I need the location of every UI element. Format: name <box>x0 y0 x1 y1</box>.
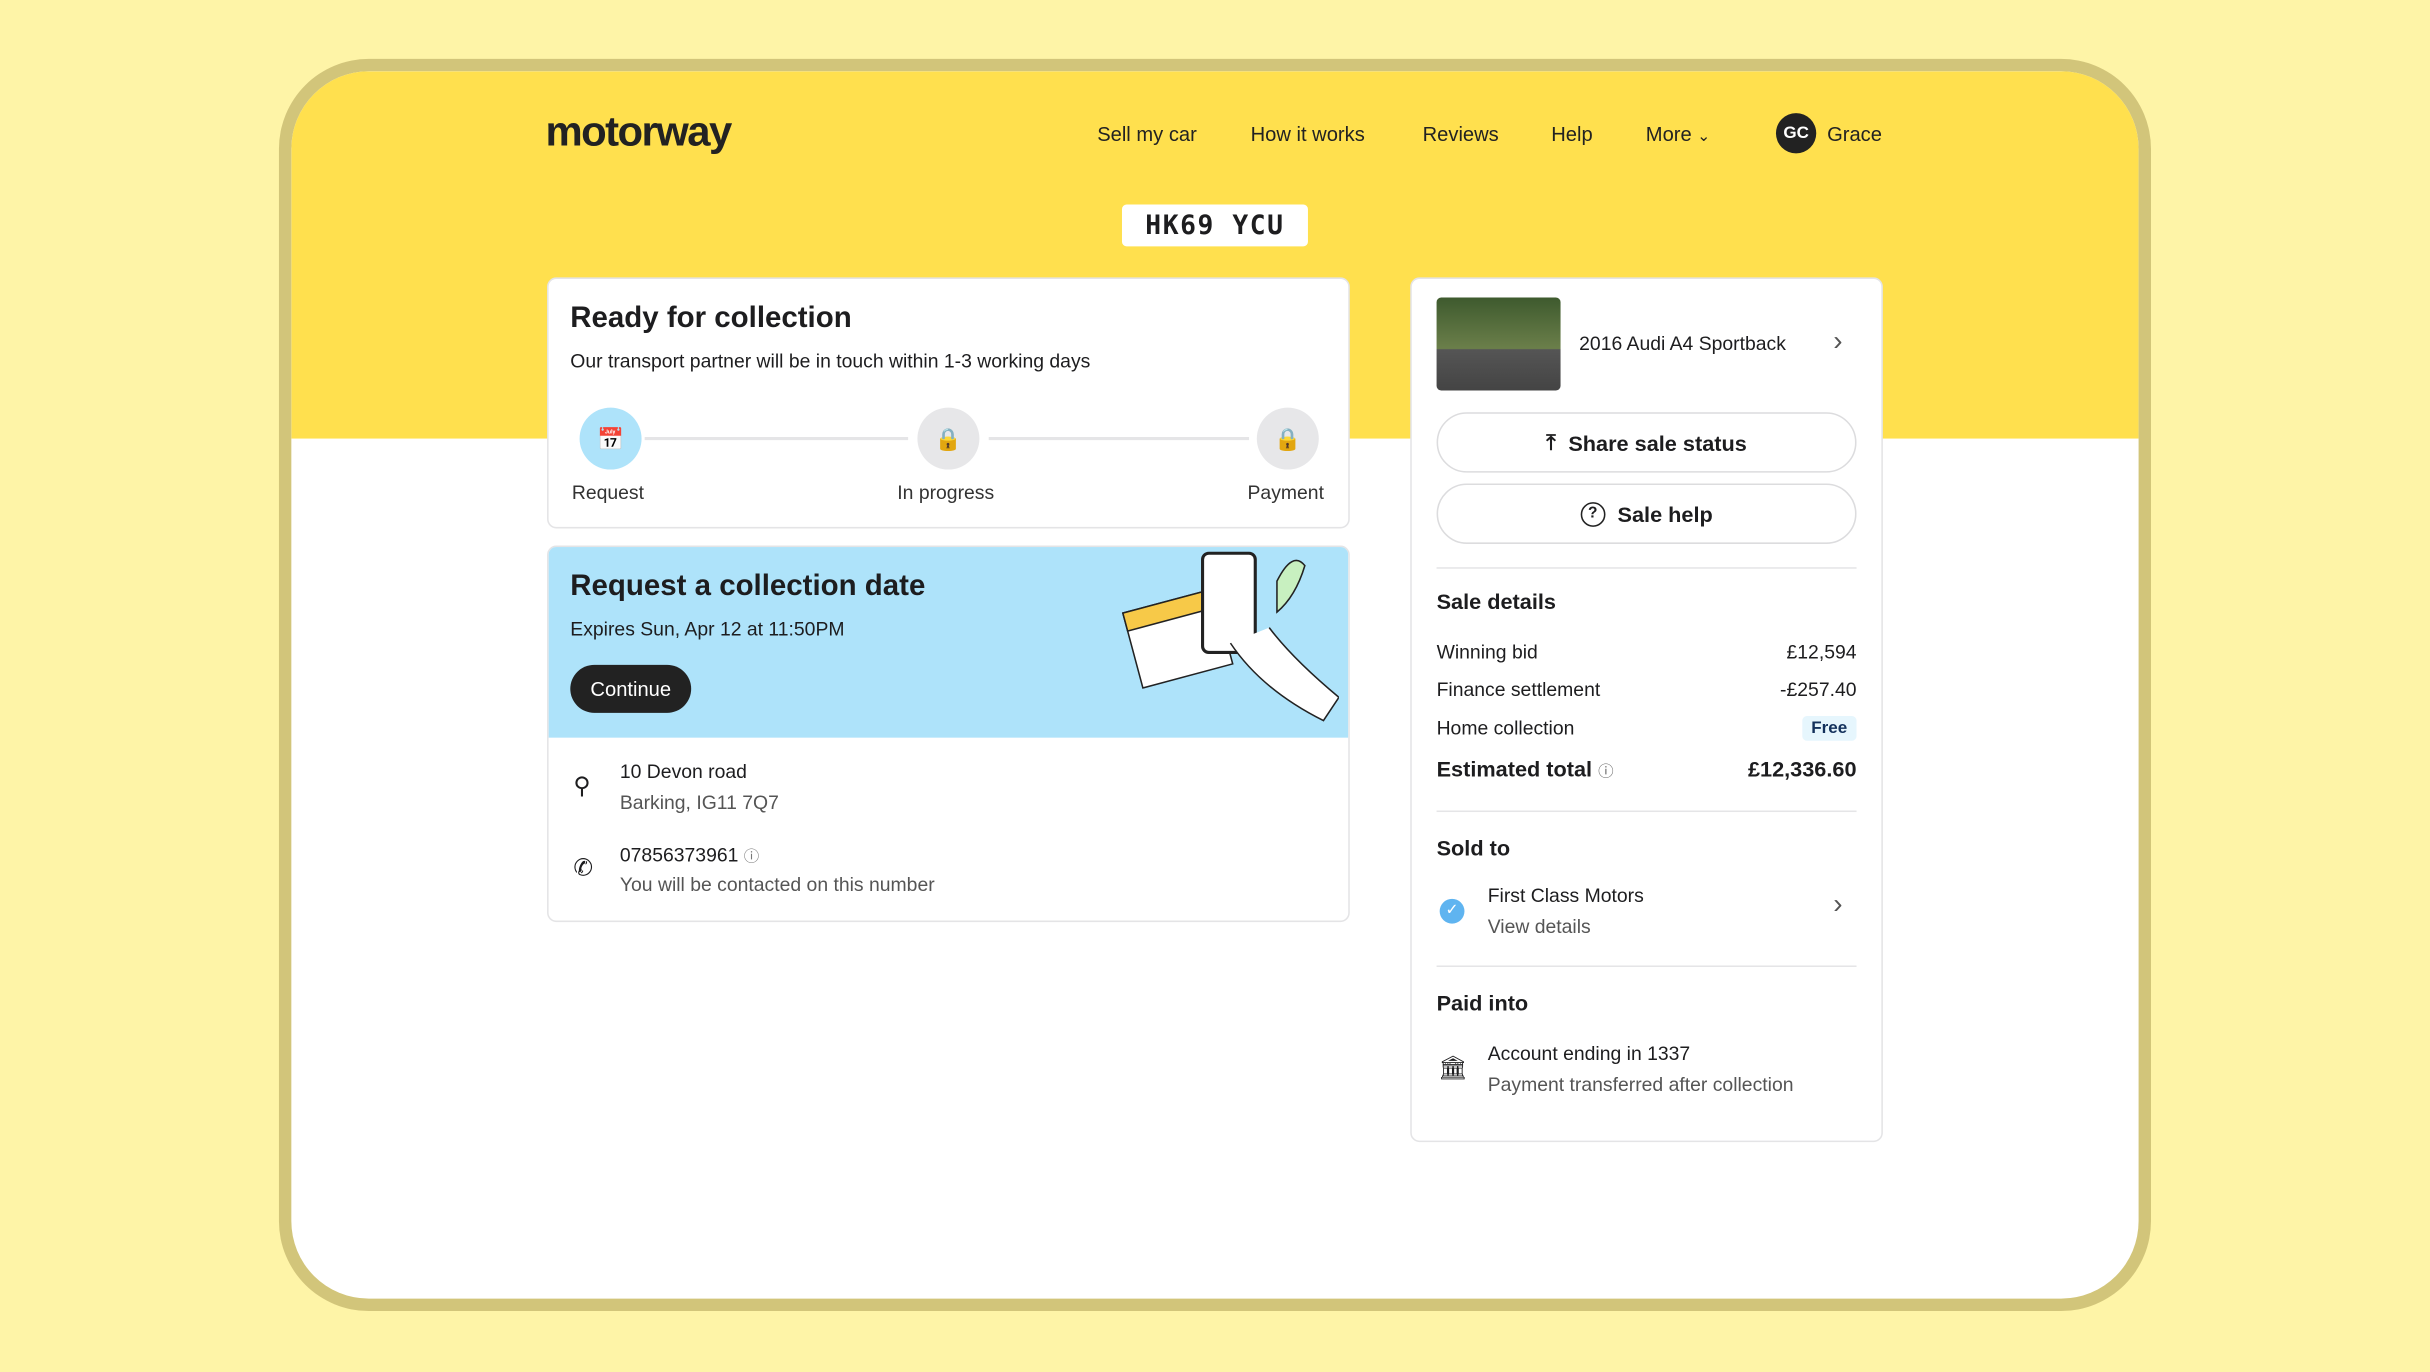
finance-row: Finance settlement -£257.40 <box>1437 679 1857 701</box>
phone-number: 07856373961 ⓘ <box>619 843 759 867</box>
location-pin-icon: ⚲ <box>573 773 591 800</box>
step-payment: Payment <box>1247 481 1324 504</box>
free-badge: Free <box>1801 715 1857 741</box>
row-value: £12,594 <box>1786 641 1857 664</box>
chevron-right-icon: › <box>1833 887 1843 919</box>
status-title: Ready for collection <box>570 302 852 335</box>
nav-more-label: More <box>1645 122 1692 146</box>
buyer-link[interactable]: ✓ First Class Motors View details › <box>1412 883 1882 948</box>
phone-number-text: 07856373961 <box>619 844 739 867</box>
nav-help[interactable]: Help <box>1551 122 1592 145</box>
home-collection-row: Home collection Free <box>1436 715 1857 741</box>
car-photo <box>1436 297 1561 391</box>
row-value: -£257.40 <box>1780 678 1857 701</box>
nav-sell-my-car[interactable]: Sell my car <box>1097 122 1197 145</box>
nav-more[interactable]: More ⌄ <box>1646 122 1711 145</box>
collection-card: Request a collection date Expires Sun, A… <box>547 545 1350 923</box>
nav-reviews[interactable]: Reviews <box>1423 122 1499 145</box>
payment-note: Payment transferred after collection <box>1487 1073 1794 1096</box>
help-icon: ? <box>1580 501 1606 527</box>
lock-icon: 🔒 <box>1256 407 1319 470</box>
user-name[interactable]: Grace <box>1827 122 1882 145</box>
lock-icon: 🔒 <box>917 407 980 470</box>
step-request: Request <box>571 481 644 504</box>
bank-icon: 🏛 <box>1438 1055 1468 1082</box>
collection-banner: Request a collection date Expires Sun, A… <box>548 547 1349 738</box>
motorway-logo[interactable]: motorway <box>545 108 732 156</box>
phone-note: You will be contacted on this number <box>619 874 935 896</box>
row-label: Home collection <box>1436 717 1575 740</box>
status-card: Ready for collection Our transport partn… <box>547 277 1350 529</box>
buyer-name: First Class Motors <box>1487 884 1644 907</box>
total-label: Estimated total <box>1436 756 1593 782</box>
share-sale-status-button[interactable]: ⤒ Share sale status <box>1436 412 1857 473</box>
sale-help-button[interactable]: ? Sale help <box>1436 483 1857 544</box>
registration-plate: HK69 YCU <box>1121 204 1308 247</box>
share-icon: ⤒ <box>1546 429 1556 455</box>
calendar-icon: 📅 <box>579 407 642 470</box>
address-line2: Barking, IG11 7Q7 <box>619 791 779 814</box>
row-label: Finance settlement <box>1436 678 1601 701</box>
total-value: £12,336.60 <box>1747 756 1857 782</box>
winning-bid-row: Winning bid £12,594 <box>1437 642 1857 664</box>
sold-to-title: Sold to <box>1436 835 1511 861</box>
paid-into-title: Paid into <box>1436 990 1529 1016</box>
avatar[interactable]: GC <box>1775 113 1817 154</box>
info-icon[interactable]: ⓘ <box>1598 764 1613 781</box>
row-label: Winning bid <box>1436 641 1538 664</box>
sale-summary-card: 2016 Audi A4 Sportback › ⤒ Share sale sta… <box>1410 277 1883 1143</box>
share-label: Share sale status <box>1568 430 1747 455</box>
sale-details-title: Sale details <box>1436 588 1556 614</box>
sale-help-label: Sale help <box>1617 501 1713 527</box>
collection-expiry: Expires Sun, Apr 12 at 11:50PM <box>570 618 845 641</box>
estimated-total-row: Estimated total ⓘ £12,336.60 <box>1437 756 1857 781</box>
continue-button[interactable]: Continue <box>570 664 692 713</box>
phone-icon: ✆ <box>573 855 593 882</box>
car-name[interactable]: 2016 Audi A4 Sportback <box>1579 333 1786 355</box>
calendar-phone-illustration <box>1121 551 1339 722</box>
address-line1: 10 Devon road <box>619 760 747 783</box>
chevron-down-icon: ⌄ <box>1697 128 1711 146</box>
device-frame: motorway Sell my car How it works Review… <box>278 58 2151 1312</box>
sale-details: Winning bid £12,594 Finance settlement -£2… <box>1437 642 1857 797</box>
screen: motorway Sell my car How it works Review… <box>291 71 2139 1299</box>
step-in-progress: In progress <box>897 481 995 504</box>
view-details-link[interactable]: View details <box>1488 916 1591 938</box>
account-ending: Account ending in 1337 <box>1487 1042 1691 1065</box>
nav-how-it-works[interactable]: How it works <box>1251 122 1365 145</box>
status-subtitle: Our transport partner will be in touch w… <box>570 350 1091 372</box>
info-icon[interactable]: ⓘ <box>744 849 759 866</box>
verified-badge-icon: ✓ <box>1439 898 1465 924</box>
collection-title: Request a collection date <box>570 570 926 603</box>
chevron-right-icon[interactable]: › <box>1833 325 1842 358</box>
